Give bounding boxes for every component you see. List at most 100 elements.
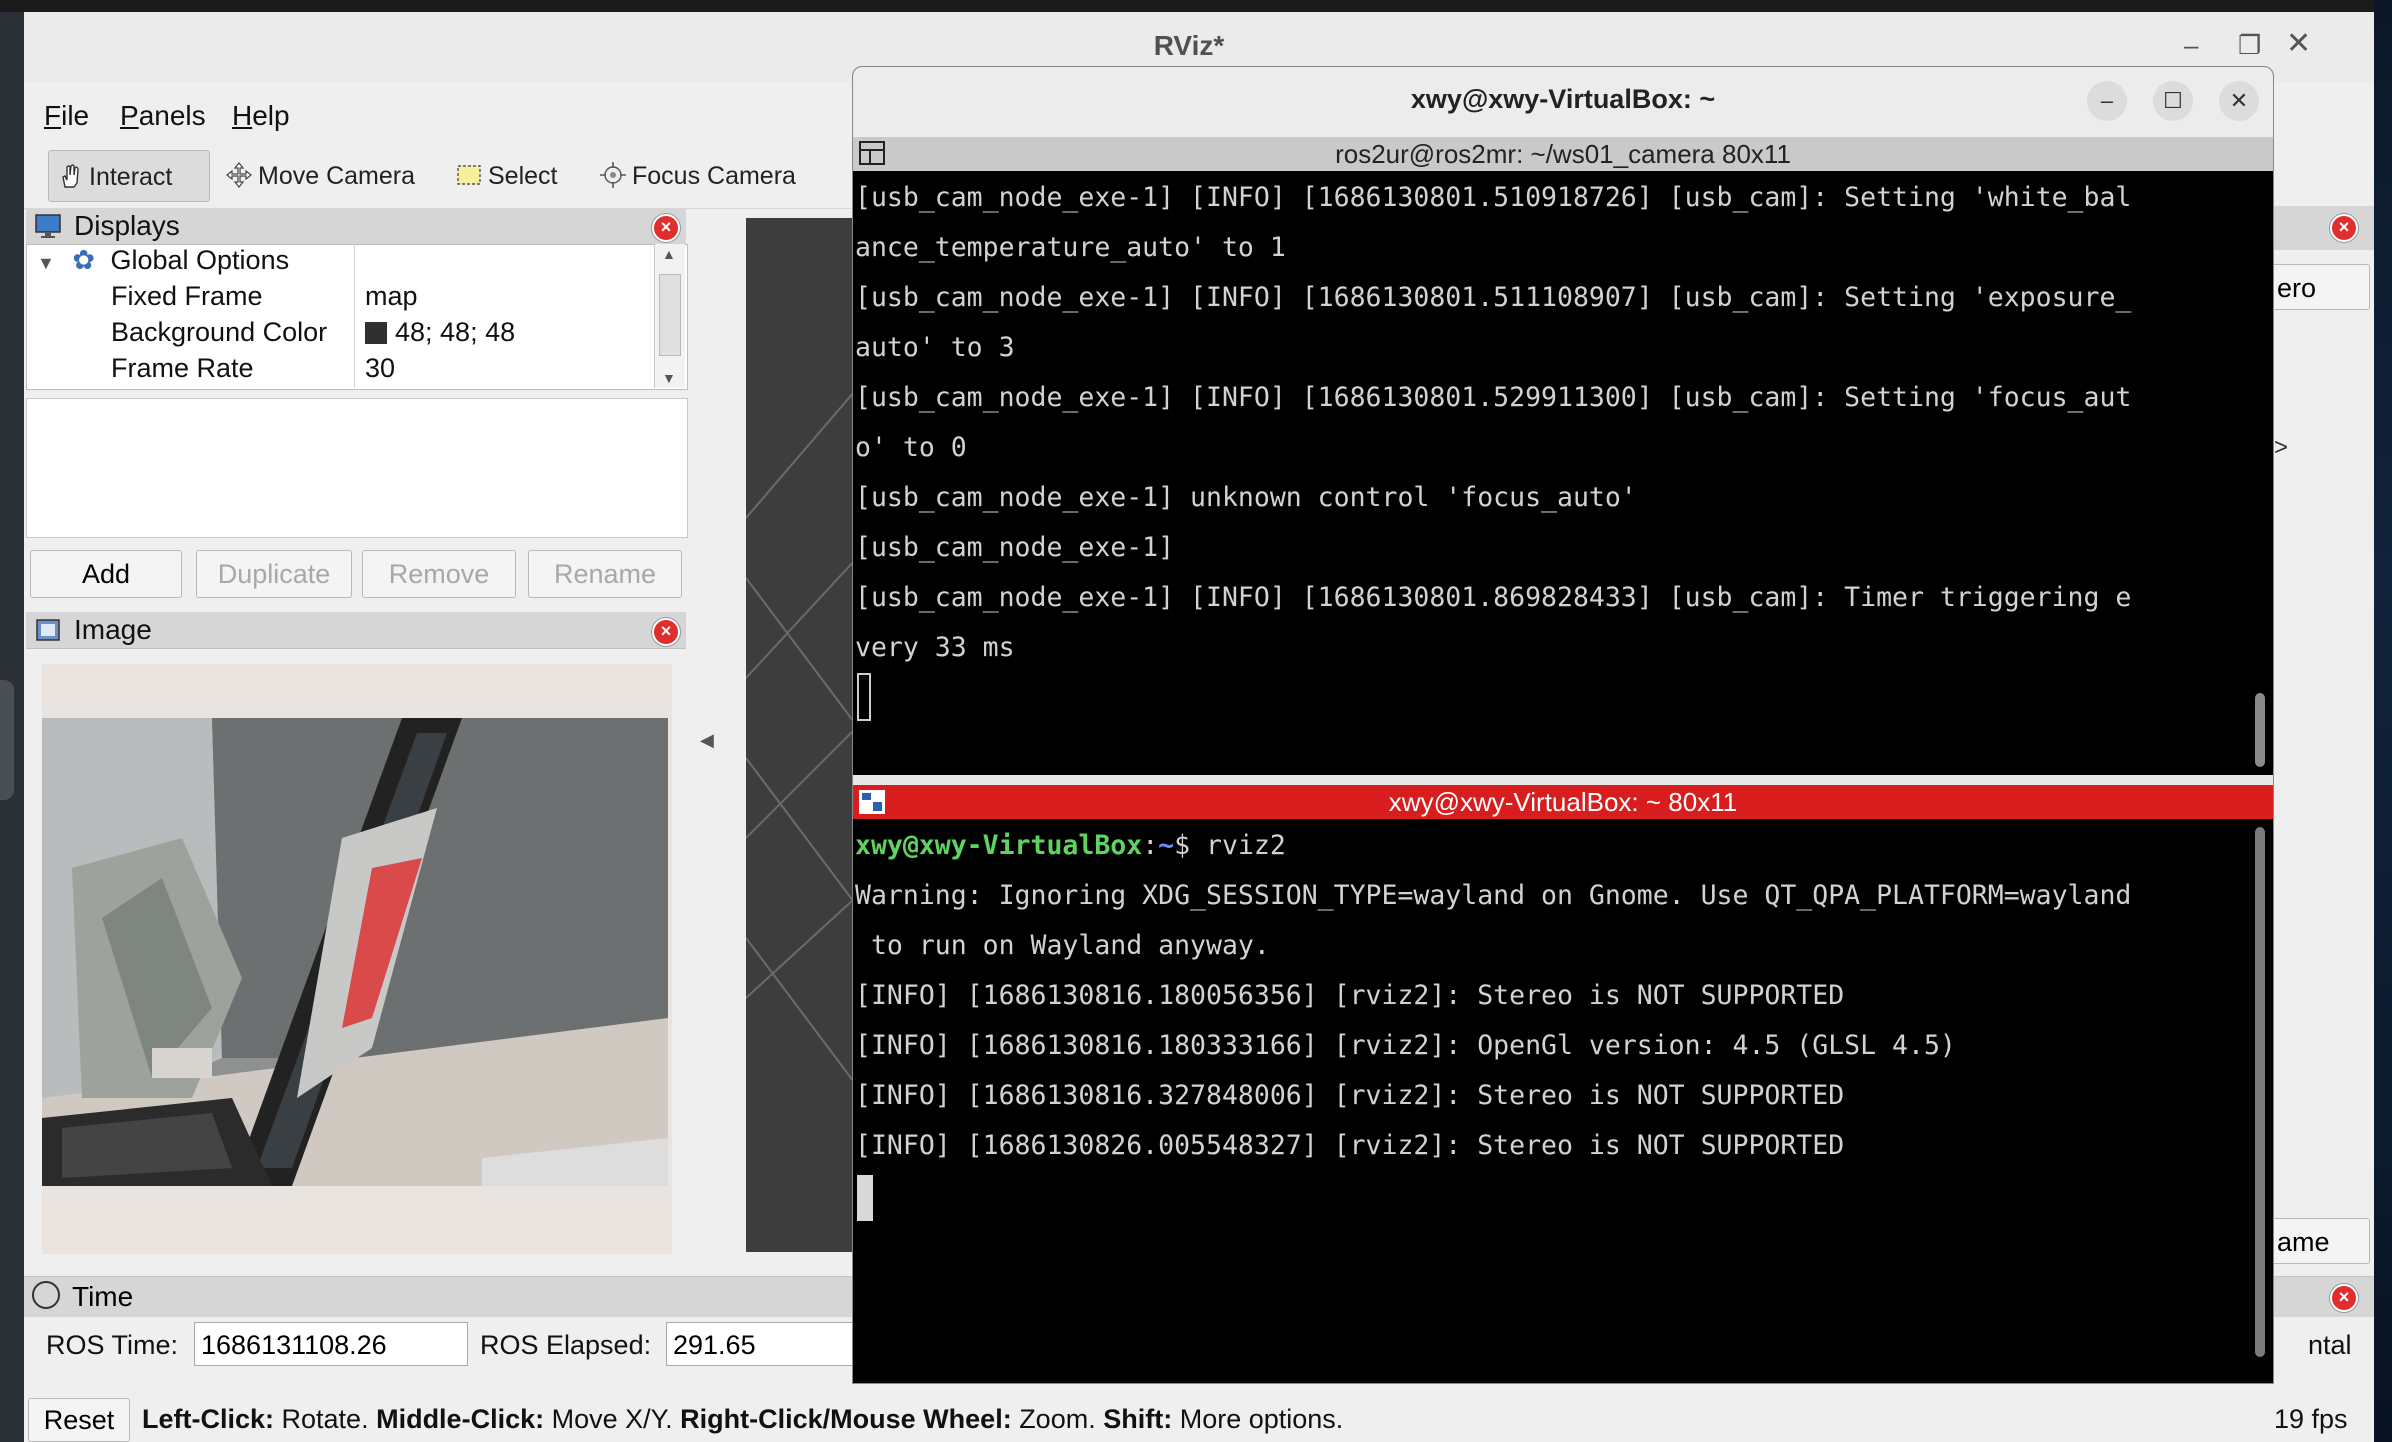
focus-camera-icon	[600, 162, 626, 188]
select-tool-button[interactable]: Select	[448, 150, 598, 202]
zero-button[interactable]: ero	[2270, 264, 2370, 310]
hint-text: Move X/Y.	[544, 1404, 681, 1434]
image-icon	[36, 619, 60, 641]
output-line: ance_temperature_auto' to 1	[855, 232, 1286, 263]
expand-arrow[interactable]: >	[2274, 434, 2288, 462]
rename-view-button[interactable]: ame	[2270, 1218, 2370, 1264]
hint-text: Rotate.	[274, 1404, 377, 1434]
interact-tool-button[interactable]: Interact	[48, 150, 210, 202]
minimize-icon[interactable]: –	[2184, 30, 2198, 61]
right-panel-header	[2270, 206, 2374, 250]
move-camera-icon	[226, 162, 252, 188]
window-title: RViz*	[1153, 30, 1225, 61]
pane1-scrollbar[interactable]	[2255, 693, 2265, 767]
pane1-output[interactable]: [usb_cam_node_exe-1] [INFO] [1686130801.…	[855, 173, 2255, 673]
pane2-title: xwy@xwy-VirtualBox: ~ 80x11	[1388, 787, 1738, 817]
output-line: Warning: Ignoring XDG_SESSION_TYPE=wayla…	[855, 880, 2132, 911]
output-line: [usb_cam_node_exe-1] [INFO] [1686130801.…	[855, 582, 2132, 613]
row-name: Fixed Frame	[111, 281, 263, 311]
output-line: [usb_cam_node_exe-1] unknown control 'fo…	[855, 482, 1637, 513]
duplicate-button[interactable]: Duplicate	[196, 550, 352, 598]
status-hint: Left-Click: Rotate. Middle-Click: Move X…	[142, 1404, 1343, 1435]
image-panel-header: Image	[26, 612, 686, 649]
add-button[interactable]: Add	[30, 550, 182, 598]
displays-close-icon[interactable]: ×	[652, 214, 680, 242]
move-camera-label: Move Camera	[258, 162, 415, 190]
ros-elapsed-field[interactable]: 291.65	[666, 1322, 856, 1366]
scroll-thumb[interactable]	[659, 274, 681, 356]
focus-camera-button[interactable]: Focus Camera	[592, 150, 822, 202]
color-swatch	[365, 322, 387, 344]
prompt-sep: :	[1142, 830, 1159, 861]
ros-time-field[interactable]: 1686131108.26	[194, 1322, 468, 1366]
menu-panels[interactable]: Panels	[120, 100, 206, 132]
pane-divider[interactable]	[853, 775, 2273, 785]
move-camera-button[interactable]: Move Camera	[218, 150, 448, 202]
pane2-scrollbar[interactable]	[2255, 827, 2265, 1357]
terminal-title: xwy@xwy-VirtualBox: ~	[1410, 84, 1716, 114]
output-line: [INFO] [1686130826.005548327] [rviz2]: S…	[855, 1130, 1845, 1161]
pane1-header[interactable]: ros2ur@ros2mr: ~/ws01_camera 80x11	[853, 137, 2273, 171]
reset-button[interactable]: Reset	[28, 1398, 130, 1442]
scroll-up-icon[interactable]: ▲	[662, 246, 676, 262]
restore-icon[interactable]: ❐	[2238, 30, 2261, 61]
pane1-title: ros2ur@ros2mr: ~/ws01_camera 80x11	[1335, 139, 1791, 169]
tree-scrollbar[interactable]: ▲ ▼	[654, 244, 685, 388]
prompt-path: ~	[1158, 830, 1175, 861]
row-name: Background Color	[111, 317, 328, 347]
output-line: to run on Wayland anyway.	[855, 930, 1270, 961]
minimize-icon[interactable]: –	[2087, 81, 2127, 121]
output-line: auto' to 3	[855, 332, 1015, 363]
color-value-text: 48; 48; 48	[395, 317, 516, 347]
row-name: Frame Rate	[111, 353, 254, 383]
close-icon[interactable]: ✕	[2219, 81, 2259, 121]
remove-button[interactable]: Remove	[362, 550, 516, 598]
collapse-arrow-icon[interactable]: ◀	[700, 730, 714, 751]
tree-row-frame-rate[interactable]: Frame Rate	[111, 353, 254, 389]
output-line: [INFO] [1686130816.180056356] [rviz2]: S…	[855, 980, 1845, 1011]
image-close-icon[interactable]: ×	[652, 618, 680, 646]
fixed-frame-value[interactable]: map	[365, 281, 418, 317]
image-title: Image	[74, 614, 152, 645]
expand-arrow-icon[interactable]: ▼	[37, 253, 55, 273]
displays-panel-header: Displays	[26, 208, 686, 245]
maximize-icon[interactable]: ☐	[2153, 81, 2193, 121]
hint-key: Middle-Click:	[376, 1404, 545, 1434]
ros-elapsed-label: ROS Elapsed:	[480, 1330, 652, 1360]
tree-row-background-color[interactable]: Background Color	[111, 317, 327, 353]
output-line: o' to 0	[855, 432, 967, 463]
monitor-icon	[35, 214, 61, 238]
interact-label: Interact	[89, 163, 173, 191]
grid-lines	[745, 377, 867, 1099]
time-close-icon[interactable]: ×	[2330, 1284, 2358, 1312]
views-close-icon[interactable]: ×	[2330, 214, 2358, 242]
prompt-user: xwy@xwy-VirtualBox	[855, 830, 1143, 861]
menu-help[interactable]: Help	[232, 100, 290, 132]
output-line: very 33 ms	[855, 632, 1015, 663]
render-viewport[interactable]	[745, 218, 867, 1252]
select-label: Select	[488, 162, 558, 190]
dock-item[interactable]	[0, 680, 14, 800]
prompt-command: $ rviz2	[1174, 830, 1286, 861]
gear-icon: ✿	[72, 245, 95, 275]
pane2-header[interactable]: xwy@xwy-VirtualBox: ~ 80x11	[853, 785, 2273, 819]
rename-button[interactable]: Rename	[528, 550, 682, 598]
menu-file[interactable]: File	[44, 100, 89, 132]
desktop-wallpaper	[2374, 0, 2392, 1442]
display-description	[26, 398, 688, 538]
fps-readout: 19 fps	[2274, 1404, 2348, 1434]
frame-rate-value[interactable]: 30	[365, 353, 395, 389]
pane1-cursor	[857, 673, 871, 721]
pane2-output[interactable]: xwy@xwy-VirtualBox:~$ rviz2 Warning: Igno…	[855, 821, 2255, 1171]
tree-row-fixed-frame[interactable]: Fixed Frame	[111, 281, 263, 317]
close-icon[interactable]: ✕	[2286, 26, 2311, 61]
output-line: [INFO] [1686130816.327848006] [rviz2]: S…	[855, 1080, 1845, 1111]
scroll-down-icon[interactable]: ▼	[662, 370, 676, 386]
desktop-top-bar	[0, 0, 2392, 12]
background-color-value[interactable]: 48; 48; 48	[365, 317, 515, 353]
hand-icon	[62, 164, 79, 188]
displays-title: Displays	[74, 210, 180, 241]
hint-key: Right-Click/Mouse Wheel:	[680, 1404, 1012, 1434]
prompt-line: xwy@xwy-VirtualBox:~$ rviz2	[855, 821, 2255, 871]
tree-row-global-options[interactable]: ▼ ✿ Global Options	[37, 245, 289, 281]
